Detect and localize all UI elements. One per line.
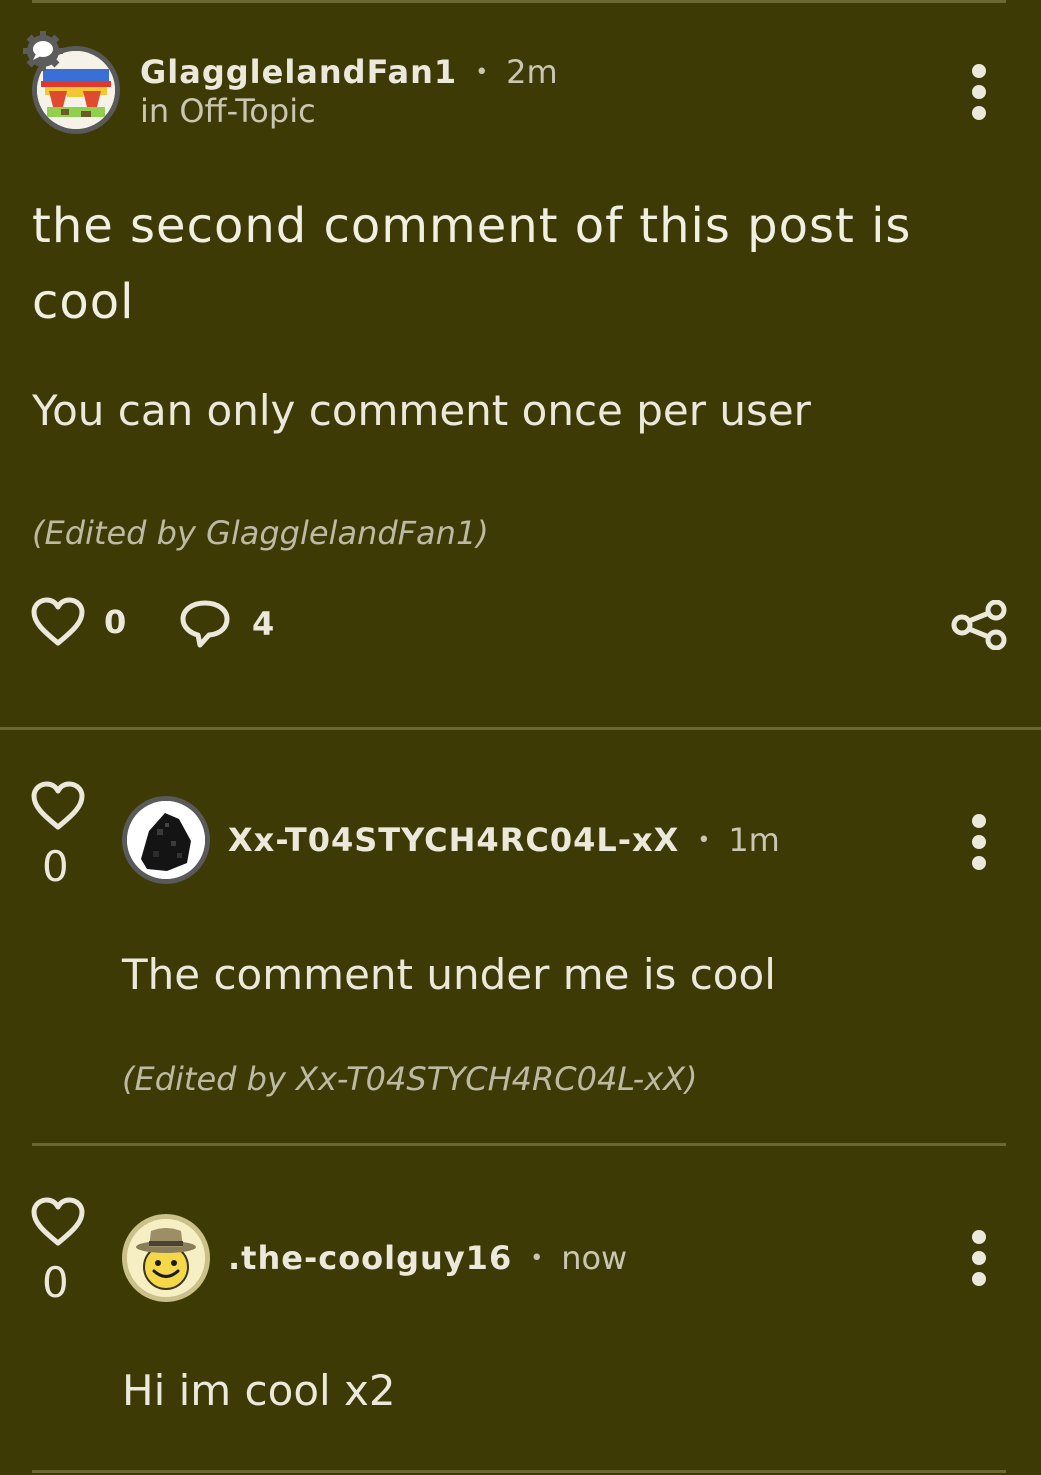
comment-author-avatar[interactable] <box>122 1214 210 1302</box>
comment-time: 1m <box>728 821 780 859</box>
post-author-name[interactable]: GlagglelandFan1 <box>140 53 457 91</box>
comment-edited-note: (Edited by Xx-T04STYCH4RC04L-xX) <box>122 1060 698 1098</box>
comment-divider <box>32 1143 1006 1146</box>
post-like-count: 0 <box>104 603 127 641</box>
post-comment-button[interactable]: 4 <box>178 598 274 650</box>
comment-like-count: 0 <box>42 842 69 891</box>
heart-icon <box>31 1197 85 1246</box>
comment-like-count: 0 <box>42 1258 69 1307</box>
comment-body: Hi im cool x2 <box>122 1366 396 1415</box>
post-title: the second comment of this post is cool <box>32 198 912 330</box>
heart-icon <box>31 781 85 830</box>
comment-author-avatar[interactable] <box>122 796 210 884</box>
post-body: You can only comment once per user <box>32 386 811 435</box>
post-community[interactable]: in Off-Topic <box>140 92 316 130</box>
meta-separator: • <box>697 827 711 853</box>
comment-time: now <box>561 1239 628 1277</box>
post-like-button[interactable]: 0 <box>30 596 126 648</box>
comment-like-button[interactable] <box>30 1196 86 1252</box>
chat-bubble-gear-icon <box>20 28 66 74</box>
comment-author-name[interactable]: Xx-T04STYCH4RC04L-xX <box>228 821 679 859</box>
meta-separator: • <box>530 1245 544 1271</box>
post-comments-divider <box>0 727 1041 730</box>
share-icon[interactable] <box>950 599 1008 654</box>
comment-bubble-icon <box>180 600 230 648</box>
post-edited-note: (Edited by GlagglelandFan1) <box>32 514 489 552</box>
comment-more-options-icon[interactable] <box>969 814 989 870</box>
post-time: 2m <box>506 53 558 91</box>
bottom-divider <box>32 1470 1006 1473</box>
comment-like-button[interactable] <box>30 780 86 836</box>
charcoal-lump-icon <box>127 801 205 879</box>
comment-author-name[interactable]: .the-coolguy16 <box>228 1239 512 1277</box>
meta-separator: • <box>475 59 489 85</box>
post-comment-count: 4 <box>252 605 275 643</box>
heart-icon <box>31 597 85 646</box>
smiley-fedora-icon <box>127 1219 205 1297</box>
top-divider <box>32 0 1006 3</box>
comment-body: The comment under me is cool <box>122 950 776 999</box>
post-more-options-icon[interactable] <box>969 64 989 120</box>
comment-more-options-icon[interactable] <box>969 1230 989 1286</box>
